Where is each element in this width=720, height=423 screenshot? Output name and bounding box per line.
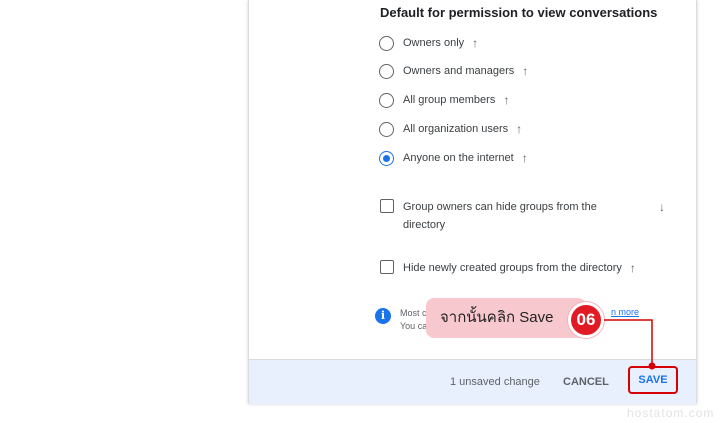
arrow-down-icon: ↓ (659, 200, 665, 214)
radio-all-group-members[interactable]: All group members ↑ (379, 90, 509, 110)
info-text-line: You ca (400, 321, 428, 331)
arrow-up-icon: ↑ (516, 122, 523, 136)
checkbox-label: Hide newly created groups from the direc… (403, 262, 622, 274)
info-icon: i (375, 308, 391, 324)
radio-label: Owners and managers (403, 65, 515, 77)
tutorial-callout: จากนั้นคลิก Save (426, 298, 586, 338)
section-title: Default for permission to view conversat… (380, 5, 658, 20)
radio-label: All organization users (403, 123, 509, 135)
radio-all-organization-users[interactable]: All organization users ↑ (379, 119, 522, 139)
settings-panel: Default for permission to view conversat… (248, 0, 697, 404)
radio-button[interactable] (379, 63, 394, 79)
arrow-up-icon: ↑ (629, 261, 636, 275)
radio-owners-only[interactable]: Owners only ↑ (379, 33, 478, 53)
cancel-button[interactable]: CANCEL (563, 376, 609, 388)
radio-button[interactable] (379, 121, 394, 137)
radio-owners-and-managers[interactable]: Owners and managers ↑ (379, 61, 528, 81)
checkbox[interactable] (380, 260, 394, 274)
radio-label: All group members (403, 94, 496, 106)
learn-more-link[interactable]: n more (611, 307, 639, 317)
radio-button[interactable] (379, 92, 394, 108)
step-number-badge: 06 (568, 302, 604, 338)
info-text-line: Most c (400, 308, 427, 318)
radio-anyone-on-the-internet[interactable]: Anyone on the internet ↑ (379, 148, 528, 168)
radio-button[interactable] (379, 35, 394, 51)
radio-label: Anyone on the internet (403, 152, 514, 164)
unsaved-change-text: 1 unsaved change (450, 376, 540, 388)
footer-bar: 1 unsaved change CANCEL SAVE (249, 359, 696, 404)
watermark: hostatom.com (627, 406, 715, 420)
checkbox-hide-new-groups[interactable]: Hide newly created groups from the direc… (380, 259, 636, 277)
radio-label: Owners only (403, 37, 465, 49)
checkbox-owners-can-hide-groups[interactable]: Group owners can hide groups from the di… (380, 198, 665, 234)
info-text: Most c You ca (400, 307, 427, 333)
arrow-up-icon: ↑ (521, 151, 528, 165)
checkbox[interactable] (380, 199, 394, 213)
arrow-up-icon: ↑ (472, 36, 479, 50)
checkbox-label: Group owners can hide groups from the di… (403, 201, 597, 231)
arrow-up-icon: ↑ (503, 93, 510, 107)
radio-button-selected[interactable] (379, 150, 394, 166)
save-button[interactable]: SAVE (628, 366, 678, 394)
arrow-up-icon: ↑ (522, 64, 529, 78)
